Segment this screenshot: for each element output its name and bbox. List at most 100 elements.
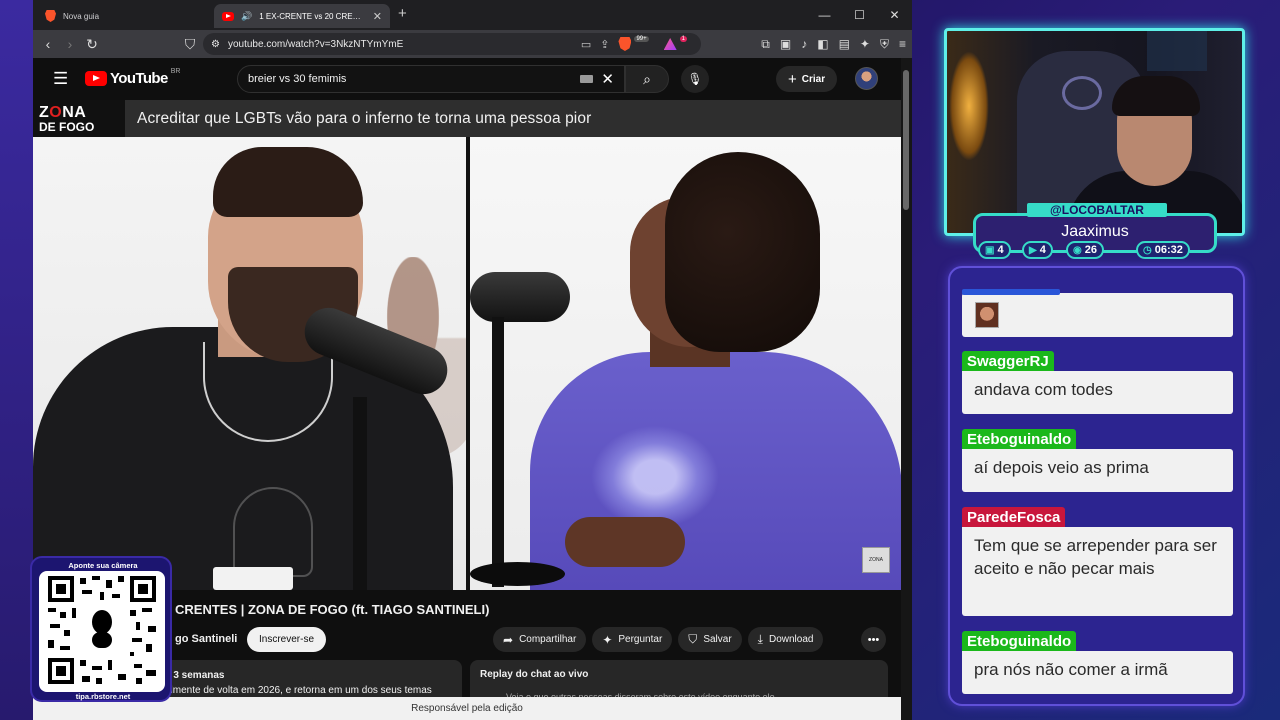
action-label: Salvar [703,634,732,645]
reload-icon[interactable]: ↻ [81,36,103,53]
background-window [1147,31,1207,71]
site-info-icon[interactable]: ⚙ [211,39,220,50]
logo-letter: O [49,103,63,121]
save-button[interactable]: ⛉ Salvar [678,627,742,652]
stat-value: 06:32 [1154,244,1183,256]
zona-de-fogo-logo: ZONA DE FOGO [33,100,125,137]
video-banner: ZONA DE FOGO Acreditar que LGBTs vão par… [33,100,901,137]
sparkle-icon: ✦ [602,632,613,647]
leo-ai-icon[interactable]: ✦ [860,37,870,51]
qr-overlay: Aponte sua câmera tipa.rbstore.net [30,556,172,702]
tab-title: 1 EX-CRENTE vs 20 CRENTES | ZONA DE FOGO [259,11,366,21]
share-button[interactable]: ➦ Compartilhar [493,627,587,652]
video-player[interactable]: ZONA DE FOGO Acreditar que LGBTs vão par… [33,100,901,590]
stat-uptime: ◷ 06:32 [1136,241,1190,259]
channel-watermark[interactable]: ZONA [862,547,890,573]
action-label: Download [768,634,814,645]
chat-message-partial [962,293,1233,337]
share-page-icon[interactable]: ⇪ [600,38,609,51]
scrollbar-thumb[interactable] [903,70,909,210]
bookmark-page-icon[interactable]: ⛉ [179,36,201,53]
speaker-icon[interactable]: 🔊 [241,11,252,22]
streamer-hair [1112,76,1200,116]
qr-bottom-text: tipa.rbstore.net [75,692,131,701]
address-bar[interactable]: ⚙ youtube.com/watch?v=3NkzNTYmYmE ▭ ⇪ 99… [203,33,701,55]
avatar[interactable] [855,67,878,90]
voice-search-button[interactable]: 🎙 [681,65,709,93]
person-left-hair [213,147,363,217]
video-banner-text: Acreditar que LGBTs vão para o inferno t… [137,109,592,127]
url-actions: ▭ ⇪ 99+ 1 [581,36,693,51]
menu-icon[interactable]: ≡ [899,37,906,51]
brave-shield-icon[interactable] [618,37,632,51]
minimize-icon[interactable]: — [807,0,842,30]
cast-icon[interactable]: ▭ [581,38,591,51]
bookmark-icon: ⛉ [688,632,698,646]
search-button[interactable]: ⌕ [625,65,669,93]
stat-twitch: ▣ 4 [978,241,1011,259]
mic-stand-left [353,397,367,590]
back-icon[interactable]: ‹ [37,36,59,52]
clear-search-icon[interactable]: ✕ [601,70,614,88]
wallet-icon[interactable]: ▤ [839,37,850,51]
keyboard-icon[interactable] [580,75,594,83]
create-button[interactable]: + Criar [776,66,838,92]
youtube-favicon-icon [222,11,234,21]
microphone-icon: 🎙 [687,72,703,86]
tab-new[interactable]: Nova guia [37,4,213,28]
video-left-panel [33,137,466,590]
cup [213,567,293,590]
description-text: almente de volta em 2026, e retorna em u… [165,685,432,696]
download-button[interactable]: ⤓ Download [747,627,824,652]
youtube-play-icon [85,71,107,86]
subscribe-button[interactable]: Inscrever-se [247,627,327,652]
shield-badge: 99+ [634,36,649,42]
emote-icon [975,302,999,328]
stat-kick: ◉ 26 [1066,241,1104,259]
mic-stand-right [492,317,504,587]
sidebar-icon[interactable]: ◧ [817,37,828,51]
stat-youtube: ▶ 4 [1022,241,1053,259]
maximize-icon[interactable]: ☐ [842,0,877,30]
create-label: Criar [801,73,826,85]
more-icon: ••• [867,633,880,646]
shirt-print [233,487,313,577]
channel-name[interactable]: go Santineli [175,633,237,645]
download-icon: ⤓ [757,632,763,646]
stat-value: 4 [997,244,1004,256]
clock-icon: ◷ [1143,244,1152,256]
more-actions-button[interactable]: ••• [861,627,886,652]
plus-icon: + [788,70,797,88]
close-window-icon[interactable]: ✕ [877,0,912,30]
search-input[interactable]: breier vs 30 femimis ✕ [237,65,625,93]
chat-username: Eteboguinaldo [962,429,1077,450]
window-controls: — ☐ ✕ [807,0,912,30]
brave-rewards-icon[interactable] [663,38,677,50]
youtube-icon: ▶ [1029,244,1037,256]
new-tab-button[interactable]: + [398,5,407,22]
tab-youtube[interactable]: 🔊 1 EX-CRENTE vs 20 CRENTES | ZONA DE FO… [214,4,390,28]
qr-top-text: Aponte sua câmera [68,561,138,570]
video-title: CRENTES | ZONA DE FOGO (ft. TIAGO SANTIN… [175,602,490,617]
brave-icon [45,10,56,22]
youtube-logo[interactable]: YouTube BR [85,68,180,87]
logo-letter: Z [39,103,50,121]
vpn-icon[interactable]: ⛨ [880,37,889,52]
person-right-hands [565,517,685,567]
twitch-icon: ▣ [985,244,995,256]
forward-icon[interactable]: › [59,36,81,52]
screenshot-icon[interactable]: ▣ [780,37,791,51]
lamp [949,51,989,161]
chair-logo [1062,76,1102,110]
tab-bar: Nova guia 🔊 1 EX-CRENTE vs 20 CRENTES | … [33,0,912,30]
chat-username: SwaggerRJ [962,351,1054,372]
extensions-icon[interactable]: ⧉ [761,37,770,52]
extensions-toolbar: ⧉ ▣ ♪ ◧ ▤ ✦ ⛨ ≡ [761,30,906,58]
guide-menu-icon[interactable]: ☰ [53,69,68,89]
youtube-logo-text: YouTube [110,70,168,87]
tab-title: Nova guia [63,11,100,21]
search-icon: ⌕ [643,70,651,87]
music-icon[interactable]: ♪ [801,37,807,51]
ask-button[interactable]: ✦ Perguntar [592,627,673,652]
close-tab-icon[interactable]: ✕ [373,10,382,23]
